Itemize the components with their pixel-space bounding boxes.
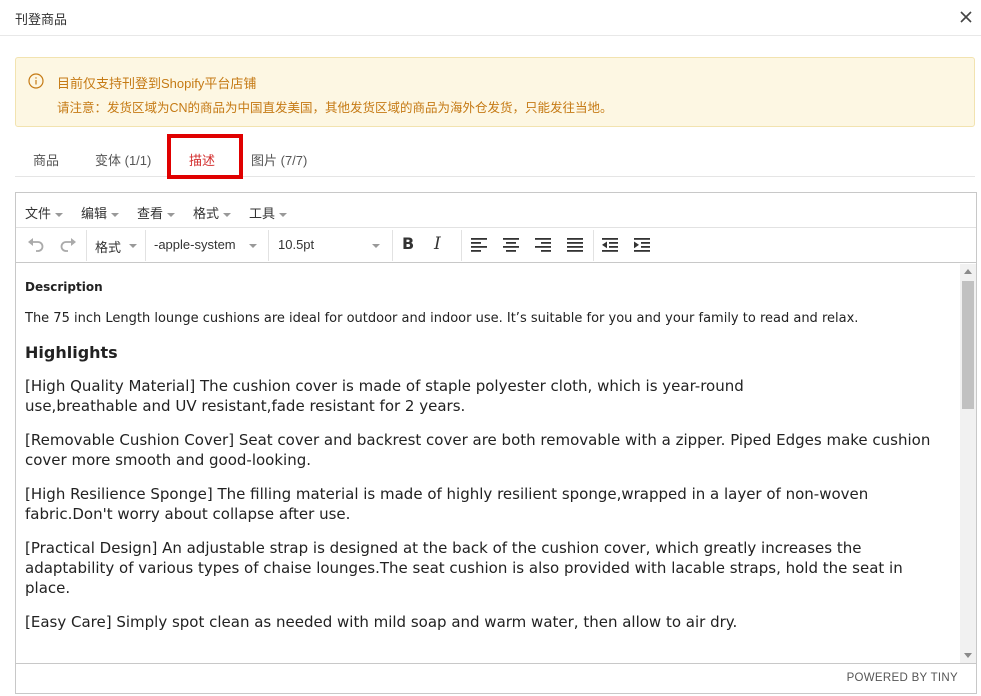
font-size-select[interactable]: 10.5pt: [278, 237, 388, 252]
toolbar-divider: [86, 230, 87, 261]
chevron-down-icon: [167, 212, 176, 217]
menu-format-label: 格式: [193, 206, 220, 221]
notice-line-2: 请注意：发货区域为CN的商品为中国直发美国，其他发货区域的商品为海外仓发货，只能…: [57, 101, 613, 115]
toolbar-divider: [145, 230, 146, 261]
chevron-down-icon: [129, 244, 137, 248]
close-icon[interactable]: [957, 8, 975, 26]
scrollbar-thumb[interactable]: [962, 281, 974, 409]
chevron-down-icon: [249, 244, 257, 248]
chevron-down-icon: [279, 212, 288, 217]
toolbar-divider: [392, 230, 393, 261]
content-heading-highlights: Highlights: [25, 343, 118, 362]
tab-bar: 商品 变体 (1/1) 描述 图片 (7/7): [15, 134, 975, 179]
align-justify-icon[interactable]: [565, 236, 585, 254]
tab-product[interactable]: 商品: [33, 150, 59, 169]
indent-icon[interactable]: [632, 236, 652, 254]
undo-icon[interactable]: [26, 236, 46, 254]
notice-line-1: 目前仅支持刊登到Shopify平台店铺: [57, 76, 257, 91]
menu-file-label: 文件: [25, 206, 52, 221]
menu-edit[interactable]: 编辑: [81, 203, 120, 222]
chevron-down-icon: [372, 244, 380, 248]
menu-file[interactable]: 文件: [25, 203, 64, 222]
content-paragraph: [Removable Cushion Cover] Seat cover and…: [25, 431, 931, 469]
content-paragraph: [Easy Care] Simply spot clean as needed …: [25, 613, 738, 631]
font-family-select[interactable]: -apple-system: [154, 237, 264, 252]
notice-banner: 目前仅支持刊登到Shopify平台店铺 请注意：发货区域为CN的商品为中国直发美…: [15, 57, 975, 127]
scroll-down-icon[interactable]: [964, 653, 972, 658]
content-heading-description: Description: [25, 280, 103, 294]
menu-tools-label: 工具: [249, 206, 276, 221]
format-select-label: 格式: [95, 240, 122, 255]
content-scrollbar[interactable]: [960, 264, 976, 663]
menu-edit-label: 编辑: [81, 206, 108, 221]
powered-by-tiny-link[interactable]: POWERED BY TINY: [847, 672, 958, 684]
chevron-down-icon: [223, 212, 232, 217]
menu-tools[interactable]: 工具: [249, 203, 288, 222]
modal-title: 刊登商品: [15, 12, 68, 27]
align-center-icon[interactable]: [501, 236, 521, 254]
content-paragraph: [Practical Design] An adjustable strap i…: [25, 539, 903, 597]
editor-statusbar: POWERED BY TINY: [16, 663, 976, 693]
toolbar-divider: [461, 230, 462, 261]
chevron-down-icon: [111, 212, 120, 217]
tab-variants[interactable]: 变体 (1/1): [95, 150, 151, 169]
font-family-label: -apple-system: [154, 237, 236, 252]
menu-format[interactable]: 格式: [193, 203, 232, 222]
tab-highlight-box: [167, 134, 243, 179]
outdent-icon[interactable]: [600, 236, 620, 254]
toolbar-divider: [593, 230, 594, 261]
menu-view[interactable]: 查看: [137, 203, 176, 222]
font-size-label: 10.5pt: [278, 237, 315, 252]
tab-images[interactable]: 图片 (7/7): [251, 150, 307, 169]
modal-header: 刊登商品: [0, 0, 981, 36]
scroll-up-icon[interactable]: [964, 269, 972, 274]
info-icon: [28, 73, 44, 89]
italic-icon[interactable]: I: [434, 234, 441, 254]
chevron-down-icon: [55, 212, 64, 217]
align-left-icon[interactable]: [469, 236, 489, 254]
redo-icon[interactable]: [58, 236, 78, 254]
editor-menubar: 文件 编辑 查看 格式 工具: [16, 193, 976, 228]
bold-icon[interactable]: B: [402, 234, 414, 253]
toolbar-divider: [268, 230, 269, 261]
rich-text-editor: 文件 编辑 查看 格式 工具 格式 -apple-system 10.5pt B…: [15, 192, 977, 694]
align-right-icon[interactable]: [533, 236, 553, 254]
content-intro: The 75 inch Length lounge cushions are i…: [25, 311, 859, 326]
editor-content[interactable]: Description The 75 inch Length lounge cu…: [16, 264, 960, 663]
format-select[interactable]: 格式: [95, 237, 145, 256]
content-paragraph: [High Quality Material] The cushion cove…: [25, 377, 744, 415]
content-paragraph: [High Resilience Sponge] The filling mat…: [25, 485, 869, 523]
menu-view-label: 查看: [137, 206, 164, 221]
editor-toolbar: 格式 -apple-system 10.5pt B I: [16, 228, 976, 263]
